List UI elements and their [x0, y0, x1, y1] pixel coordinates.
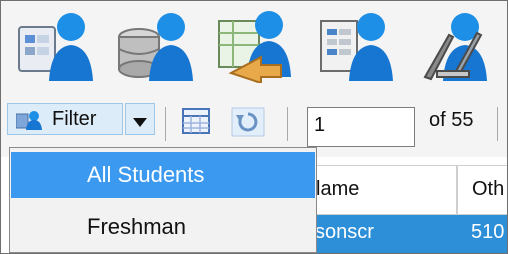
app-window: Filter 1 of 55 lame Oth sonscr 510 All S… — [0, 0, 508, 254]
users-report-icon[interactable] — [315, 7, 393, 83]
filter-dropdown-button[interactable] — [125, 103, 155, 135]
page-number-input[interactable]: 1 — [307, 107, 415, 147]
large-icon-toolbar — [1, 1, 507, 89]
toolbar-separator — [497, 107, 498, 141]
calendar-icon[interactable] — [181, 107, 211, 135]
table-cell: 510 — [471, 221, 505, 243]
filter-button[interactable]: Filter — [7, 103, 123, 135]
column-header-label: Oth — [472, 178, 505, 200]
menu-item-label: Freshman — [87, 214, 187, 239]
users-database-icon[interactable] — [115, 7, 193, 83]
refresh-icon[interactable] — [231, 107, 265, 137]
filter-label: Filter — [52, 108, 97, 130]
users-transfer-icon[interactable] — [215, 7, 293, 85]
table-cell: sonscr — [315, 221, 374, 243]
users-list-icon[interactable] — [15, 7, 93, 83]
column-header-label: lame — [316, 178, 360, 200]
toolbar-separator — [165, 107, 166, 141]
filter-users-icon — [15, 110, 42, 135]
menu-item-label: All Students — [87, 162, 205, 187]
chevron-down-icon — [133, 115, 147, 133]
filter-dropdown-menu: All Students Freshman — [9, 147, 317, 253]
menu-item-all-students[interactable]: All Students — [11, 152, 315, 198]
page-count-label: of 55 — [429, 109, 474, 131]
users-tools-icon[interactable] — [415, 7, 493, 83]
column-header-other[interactable]: Oth — [457, 165, 507, 215]
table-row[interactable]: sonscr 510 — [307, 215, 507, 253]
menu-item-freshman[interactable]: Freshman — [11, 204, 315, 250]
toolbar-separator — [287, 107, 288, 141]
column-header-name[interactable]: lame — [307, 165, 457, 215]
